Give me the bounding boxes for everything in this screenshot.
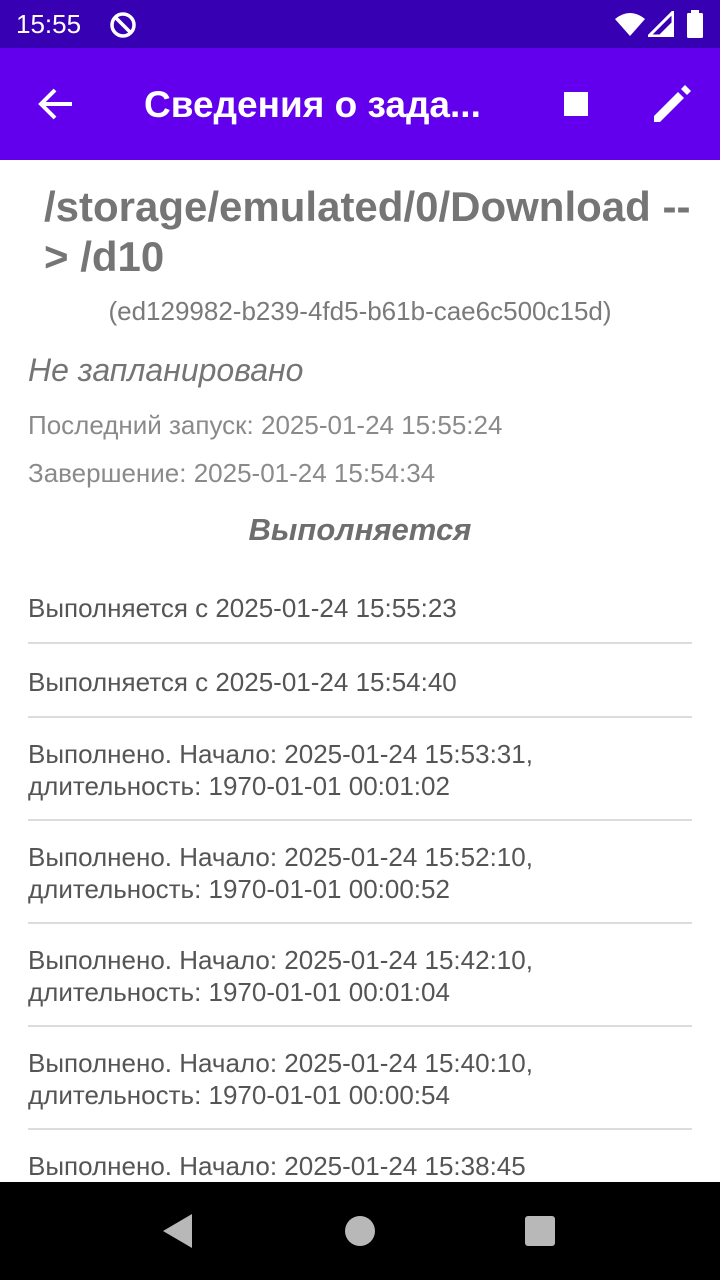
- battery-icon: [687, 10, 703, 38]
- back-arrow-icon: [38, 88, 72, 120]
- cellular-signal-icon: [648, 11, 674, 37]
- back-button[interactable]: [24, 72, 88, 136]
- status-time: 15:55: [16, 9, 82, 39]
- history-item-text: Выполнено. Начало: 2025-01-24 15:52:10, …: [28, 842, 533, 904]
- history-item[interactable]: Выполнено. Начало: 2025-01-24 15:53:31, …: [28, 718, 692, 821]
- schedule-status: Не запланировано: [28, 352, 304, 388]
- task-path: /storage/emulated/0/Download --> /d10: [44, 183, 691, 280]
- history-item[interactable]: Выполняется с 2025-01-24 15:55:23: [28, 568, 692, 644]
- edit-icon: [654, 85, 691, 122]
- history-item[interactable]: Выполнено. Начало: 2025-01-24 15:52:10, …: [28, 821, 692, 924]
- history-list: Выполняется с 2025-01-24 15:55:23 Выполн…: [28, 568, 692, 1182]
- last-run-time: Последний запуск: 2025-01-24 15:55:24: [28, 410, 503, 440]
- history-item-text: Выполняется с 2025-01-24 15:54:40: [28, 667, 457, 697]
- history-item[interactable]: Выполнено. Начало: 2025-01-24 15:38:45: [28, 1130, 692, 1182]
- task-id: (ed129982-b239-4fd5-b61b-cae6c500c15d): [108, 296, 612, 326]
- do-not-disturb-icon: [110, 12, 136, 38]
- navigation-bar: [0, 1182, 720, 1280]
- page-title: Сведения о зада...: [144, 84, 481, 125]
- nav-recents-icon[interactable]: [525, 1216, 555, 1246]
- stop-icon: [564, 92, 588, 116]
- history-item-text: Выполнено. Начало: 2025-01-24 15:53:31, …: [28, 739, 533, 801]
- edit-button[interactable]: [640, 72, 704, 136]
- history-item[interactable]: Выполнено. Начало: 2025-01-24 15:42:10, …: [28, 924, 692, 1027]
- history-item[interactable]: Выполняется с 2025-01-24 15:54:40: [28, 644, 692, 718]
- status-bar: 15:55: [0, 0, 720, 48]
- stop-button[interactable]: [544, 72, 608, 136]
- history-title: Выполняется: [248, 512, 472, 547]
- nav-home-icon[interactable]: [344, 1215, 376, 1247]
- history-item[interactable]: Выполнено. Начало: 2025-01-24 15:40:10, …: [28, 1027, 692, 1130]
- task-details: /storage/emulated/0/Download --> /d10 (e…: [0, 160, 720, 1182]
- history-item-text: Выполнено. Начало: 2025-01-24 15:38:45: [28, 1151, 526, 1181]
- wifi-icon: [615, 13, 645, 36]
- finished-time: Завершение: 2025-01-24 15:54:34: [28, 458, 436, 488]
- history-item-text: Выполняется с 2025-01-24 15:55:23: [28, 593, 457, 623]
- history-item-text: Выполнено. Начало: 2025-01-24 15:40:10, …: [28, 1048, 533, 1110]
- app-bar: Сведения о зада...: [0, 48, 720, 160]
- nav-back-icon[interactable]: [162, 1213, 194, 1249]
- history-item-text: Выполнено. Начало: 2025-01-24 15:42:10, …: [28, 945, 533, 1007]
